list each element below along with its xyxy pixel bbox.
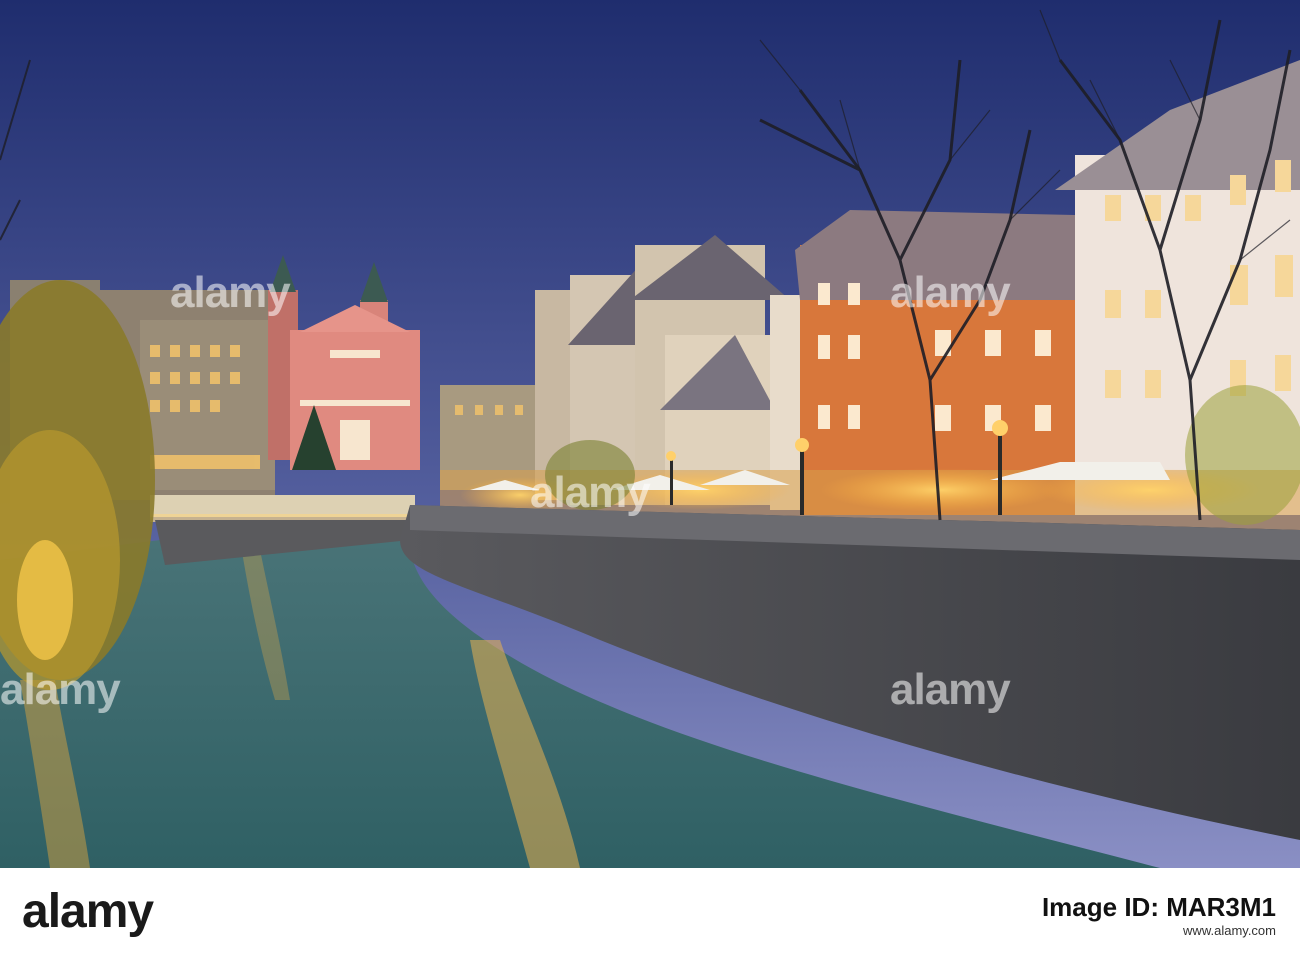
photo-scene (0, 0, 1300, 868)
stock-footer: alamy Image ID: MAR3M1 www.alamy.com (0, 868, 1300, 956)
stock-photo-page: alamy alamy alamy alamy alamy alamy Imag… (0, 0, 1300, 956)
image-id: Image ID: MAR3M1 (1041, 892, 1276, 922)
site-url[interactable]: www.alamy.com (1042, 923, 1276, 938)
ljubljana-river-photo: alamy alamy alamy alamy alamy (0, 0, 1300, 868)
image-meta: Image ID: MAR3M1 www.alamy.com (1042, 890, 1276, 938)
alamy-logo[interactable]: alamy (22, 884, 154, 939)
